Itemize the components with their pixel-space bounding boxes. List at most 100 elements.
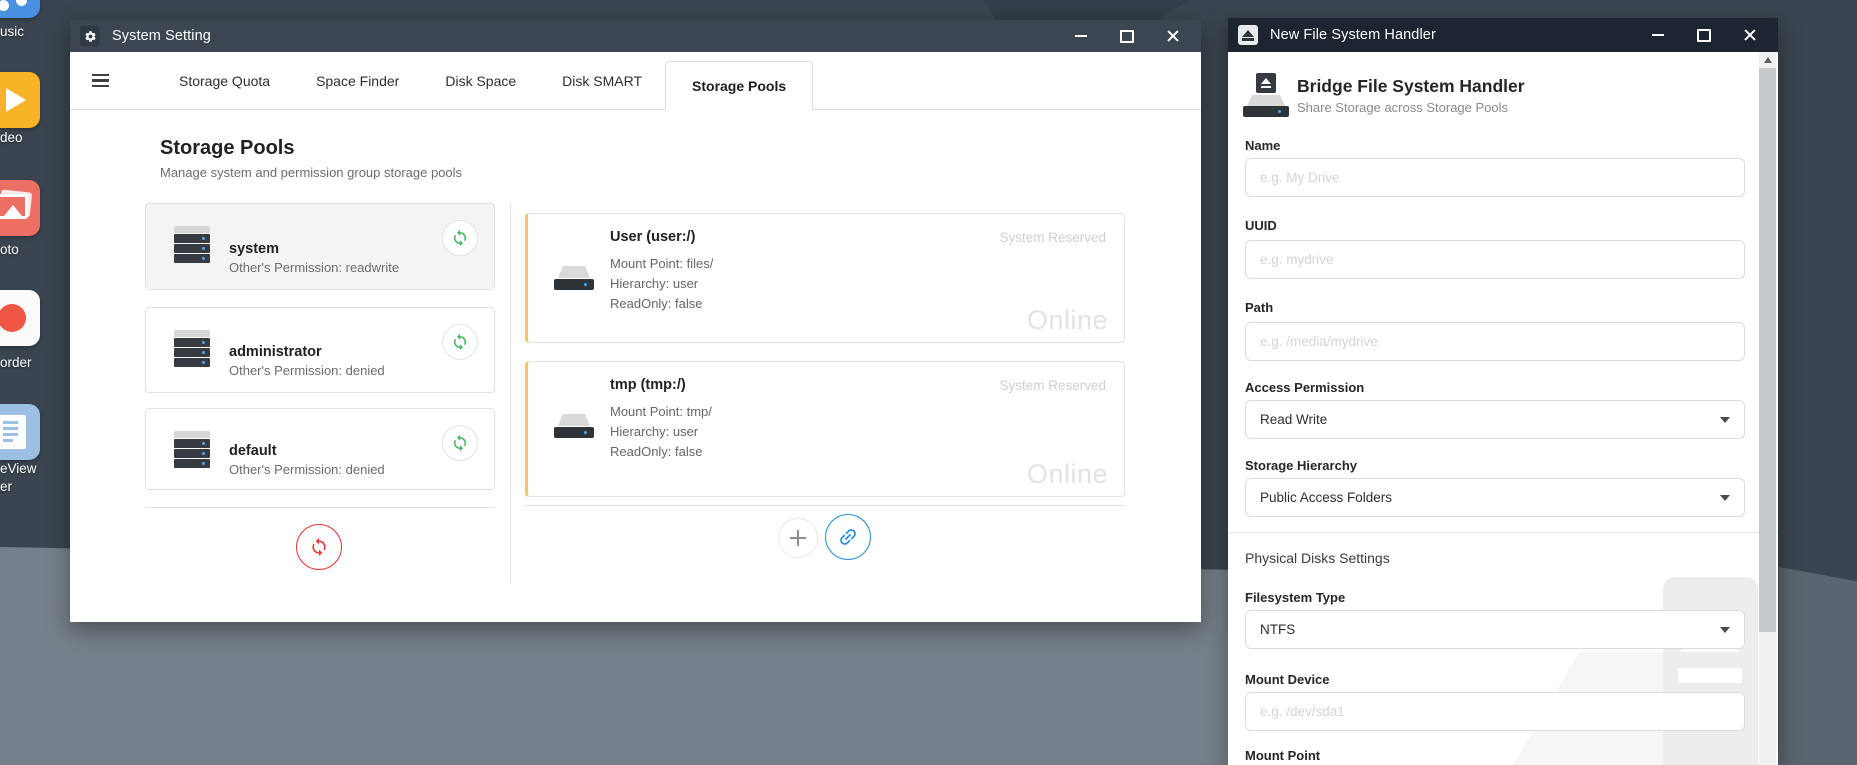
uuid-label: UUID bbox=[1245, 218, 1277, 233]
server-icon bbox=[174, 226, 210, 263]
physical-disks-section-label: Physical Disks Settings bbox=[1245, 550, 1390, 566]
mount-device-input[interactable] bbox=[1245, 692, 1745, 731]
name-label: Name bbox=[1245, 138, 1280, 153]
filesystem-type-value: NTFS bbox=[1260, 622, 1295, 637]
filesystem-type-label: Filesystem Type bbox=[1245, 590, 1345, 605]
tab-storage-quota[interactable]: Storage Quota bbox=[156, 52, 293, 110]
photo-app-label: oto bbox=[0, 242, 19, 257]
system-setting-titlebar[interactable]: System Setting bbox=[70, 20, 1201, 52]
pool-name: default bbox=[229, 443, 385, 459]
refresh-icon bbox=[309, 537, 329, 557]
access-permission-select[interactable]: Read Write bbox=[1245, 400, 1745, 439]
new-handler-titlebar[interactable]: New File System Handler bbox=[1228, 18, 1778, 52]
tab-space-finder[interactable]: Space Finder bbox=[293, 52, 422, 110]
tab-disk-smart[interactable]: Disk SMART bbox=[539, 52, 665, 110]
add-handler-button[interactable] bbox=[778, 518, 818, 558]
new-file-system-handler-window: New File System Handler Bridge File Syst… bbox=[1228, 18, 1778, 765]
music-app-icon[interactable] bbox=[0, 0, 40, 18]
handler-mount-point: Mount Point: files/ bbox=[610, 256, 713, 271]
access-permission-value: Read Write bbox=[1260, 412, 1327, 427]
path-label: Path bbox=[1245, 300, 1273, 315]
gear-icon bbox=[80, 26, 100, 46]
recorder-app-label: order bbox=[0, 355, 32, 370]
new-handler-form: Bridge File System Handler Share Storage… bbox=[1228, 52, 1778, 765]
storage-hierarchy-select[interactable]: Public Access Folders bbox=[1245, 478, 1745, 517]
pool-sync-button[interactable] bbox=[442, 425, 478, 461]
access-permission-label: Access Permission bbox=[1245, 380, 1364, 395]
pool-sync-button[interactable] bbox=[442, 220, 478, 256]
storage-hierarchy-value: Public Access Folders bbox=[1260, 490, 1392, 505]
pool-card-system[interactable]: system Other's Permission: readwrite bbox=[145, 203, 495, 290]
pool-card-default[interactable]: default Other's Permission: denied bbox=[145, 408, 495, 490]
pool-permission: Other's Permission: readwrite bbox=[229, 260, 399, 275]
scroll-up-button[interactable] bbox=[1759, 52, 1776, 68]
bridge-drive-icon bbox=[1243, 73, 1289, 117]
refresh-pools-button[interactable] bbox=[296, 524, 342, 570]
server-icon bbox=[174, 431, 210, 468]
pool-name: system bbox=[229, 241, 399, 257]
filesystem-type-select[interactable]: NTFS bbox=[1245, 610, 1745, 649]
storage-hierarchy-label: Storage Hierarchy bbox=[1245, 458, 1357, 473]
watermark-drive-icon bbox=[1678, 668, 1742, 683]
handler-card-user[interactable]: User (user:/) System Reserved Mount Poin… bbox=[525, 213, 1125, 343]
status-online: Online bbox=[1027, 305, 1108, 336]
plus-icon bbox=[797, 530, 800, 546]
link-handler-button[interactable] bbox=[825, 514, 871, 560]
chevron-down-icon bbox=[1720, 495, 1730, 501]
chevron-down-icon bbox=[1720, 627, 1730, 633]
viewer-app-icon[interactable] bbox=[0, 404, 40, 460]
sync-icon bbox=[451, 434, 469, 452]
minimize-button[interactable] bbox=[1073, 28, 1089, 44]
path-input[interactable] bbox=[1245, 322, 1745, 361]
handler-type-subtitle: Share Storage across Storage Pools bbox=[1297, 100, 1508, 115]
maximize-button[interactable] bbox=[1119, 28, 1135, 44]
handler-title: User (user:/) bbox=[610, 229, 695, 245]
chevron-down-icon bbox=[1720, 417, 1730, 423]
eject-icon bbox=[1238, 25, 1258, 45]
tab-storage-pools[interactable]: Storage Pools bbox=[665, 61, 813, 110]
desktop: usic deo oto order eView er System Setti… bbox=[0, 0, 1857, 765]
server-icon bbox=[174, 330, 210, 367]
music-app-label: usic bbox=[0, 24, 24, 39]
minimize-button[interactable] bbox=[1650, 27, 1666, 43]
handler-readonly: ReadOnly: false bbox=[610, 296, 703, 311]
page-subtitle: Manage system and permission group stora… bbox=[160, 165, 462, 180]
link-icon bbox=[832, 521, 863, 552]
mount-point-label: Mount Point bbox=[1245, 748, 1320, 763]
video-app-label: deo bbox=[0, 130, 23, 145]
scrollbar-thumb[interactable] bbox=[1759, 68, 1776, 632]
handler-card-tmp[interactable]: tmp (tmp:/) System Reserved Mount Point:… bbox=[525, 361, 1125, 497]
system-reserved-badge: System Reserved bbox=[999, 378, 1106, 393]
status-online: Online bbox=[1027, 459, 1108, 490]
pool-sync-button[interactable] bbox=[442, 324, 478, 360]
drive-icon bbox=[554, 414, 594, 438]
divider bbox=[525, 505, 1125, 506]
window-title: System Setting bbox=[112, 28, 211, 44]
scrollbar[interactable] bbox=[1759, 52, 1776, 765]
viewer-app-label-line1: eView bbox=[0, 461, 37, 476]
column-divider bbox=[510, 203, 511, 583]
pool-card-administrator[interactable]: administrator Other's Permission: denied bbox=[145, 307, 495, 393]
uuid-input[interactable] bbox=[1245, 240, 1745, 279]
pool-name: administrator bbox=[229, 344, 385, 360]
window-title: New File System Handler bbox=[1270, 27, 1436, 43]
recorder-app-icon[interactable] bbox=[0, 290, 40, 346]
close-button[interactable] bbox=[1742, 27, 1758, 43]
handler-title: tmp (tmp:/) bbox=[610, 377, 686, 393]
sync-icon bbox=[451, 229, 469, 247]
viewer-app-label-line2: er bbox=[0, 479, 12, 494]
divider bbox=[1228, 532, 1778, 533]
photo-app-icon[interactable] bbox=[0, 180, 40, 236]
settings-tabbar: Storage Quota Space Finder Disk Space Di… bbox=[70, 52, 1201, 110]
close-button[interactable] bbox=[1165, 28, 1181, 44]
name-input[interactable] bbox=[1245, 158, 1745, 197]
maximize-button[interactable] bbox=[1696, 27, 1712, 43]
mount-device-label: Mount Device bbox=[1245, 672, 1330, 687]
tab-disk-space[interactable]: Disk Space bbox=[422, 52, 539, 110]
divider bbox=[145, 507, 495, 508]
handler-hierarchy: Hierarchy: user bbox=[610, 276, 698, 291]
handler-mount-point: Mount Point: tmp/ bbox=[610, 404, 712, 419]
video-app-icon[interactable] bbox=[0, 72, 40, 128]
drive-icon bbox=[554, 266, 594, 290]
menu-icon[interactable] bbox=[92, 52, 132, 110]
